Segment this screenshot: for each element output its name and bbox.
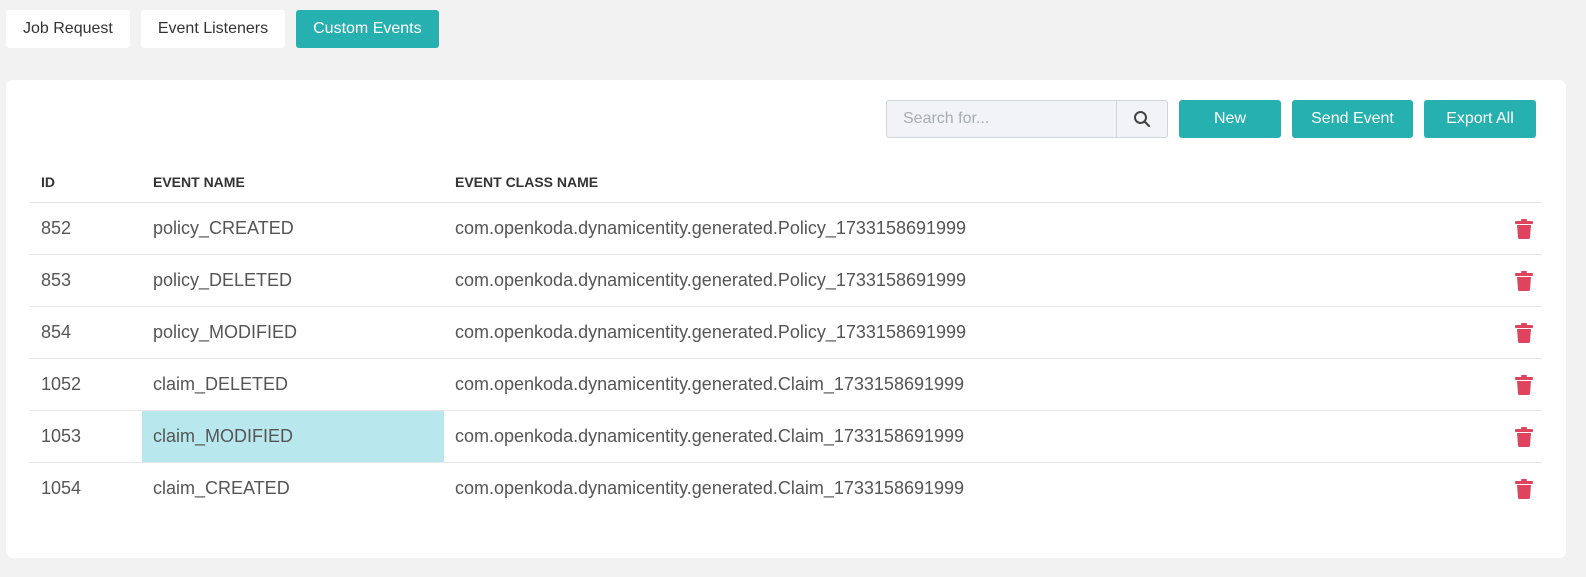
toolbar: New Send Event Export All	[886, 100, 1536, 138]
search-group	[886, 100, 1168, 138]
tab-bar: Job Request Event Listeners Custom Event…	[6, 10, 439, 48]
cell-actions	[1444, 254, 1542, 307]
tab-event-listeners[interactable]: Event Listeners	[140, 10, 286, 48]
custom-events-panel: New Send Event Export All ID EVENT NAME …	[6, 80, 1566, 558]
cell-id: 1052	[30, 358, 142, 411]
cell-event-name-highlighted: claim_MODIFIED	[142, 410, 444, 463]
cell-event-class-name: com.openkoda.dynamicentity.generated.Cla…	[455, 478, 965, 498]
export-all-button[interactable]: Export All	[1424, 100, 1536, 138]
cell-id: 854	[30, 306, 142, 359]
column-header-event-name: EVENT NAME	[142, 162, 444, 203]
search-icon	[1134, 111, 1151, 128]
cell-id: 1054	[41, 478, 82, 498]
tab-custom-events[interactable]: Custom Events	[296, 10, 439, 48]
search-button[interactable]	[1116, 100, 1168, 138]
cell-event-name: claim_CREATED	[153, 478, 290, 498]
cell-id: 853	[30, 254, 142, 307]
events-table: ID EVENT NAME EVENT CLASS NAME 852 polic…	[30, 162, 1542, 514]
cell-event-name: policy_CREATED	[142, 202, 444, 255]
table-row[interactable]: 853 policy_DELETED com.openkoda.dynamice…	[30, 254, 1542, 307]
new-button[interactable]: New	[1179, 100, 1281, 138]
cell-actions	[1444, 306, 1542, 359]
table-row[interactable]: 854 policy_MODIFIED com.openkoda.dynamic…	[30, 306, 1542, 359]
table-row[interactable]: 1052 claim_DELETED com.openkoda.dynamice…	[30, 358, 1542, 411]
cell-event-name: claim_DELETED	[142, 358, 444, 411]
cell-event-name: policy_DELETED	[142, 254, 444, 307]
cell-id: 852	[30, 202, 142, 255]
trash-icon[interactable]	[1515, 375, 1533, 396]
cell-id: 1053	[30, 410, 142, 463]
cell-event-class-name: com.openkoda.dynamicentity.generated.Pol…	[444, 202, 1444, 255]
cell-actions	[1444, 202, 1542, 255]
search-input[interactable]	[886, 100, 1116, 138]
cell-actions	[1444, 358, 1542, 411]
table-header-row: ID EVENT NAME EVENT CLASS NAME	[30, 162, 1542, 203]
tab-job-request[interactable]: Job Request	[6, 10, 130, 48]
cell-event-class-name: com.openkoda.dynamicentity.generated.Pol…	[444, 254, 1444, 307]
cell-actions	[1444, 410, 1542, 463]
column-header-id: ID	[30, 162, 142, 203]
table-row[interactable]: 1054 claim_CREATED com.openkoda.dynamice…	[30, 463, 1542, 515]
cell-event-class-name: com.openkoda.dynamicentity.generated.Pol…	[444, 306, 1444, 359]
trash-icon[interactable]	[1515, 323, 1533, 344]
table-row[interactable]: 852 policy_CREATED com.openkoda.dynamice…	[30, 202, 1542, 255]
trash-icon[interactable]	[1515, 219, 1533, 240]
column-header-event-class-name: EVENT CLASS NAME	[444, 162, 1444, 203]
cell-event-class-name: com.openkoda.dynamicentity.generated.Cla…	[444, 410, 1444, 463]
cell-event-name: policy_MODIFIED	[142, 306, 444, 359]
cell-event-class-name: com.openkoda.dynamicentity.generated.Cla…	[444, 358, 1444, 411]
trash-icon[interactable]	[1515, 427, 1533, 448]
column-header-actions	[1444, 162, 1542, 203]
trash-icon[interactable]	[1515, 479, 1533, 500]
trash-icon[interactable]	[1515, 271, 1533, 292]
send-event-button[interactable]: Send Event	[1292, 100, 1413, 138]
cell-actions	[1444, 463, 1542, 515]
table-row[interactable]: 1053 claim_MODIFIED com.openkoda.dynamic…	[30, 410, 1542, 463]
